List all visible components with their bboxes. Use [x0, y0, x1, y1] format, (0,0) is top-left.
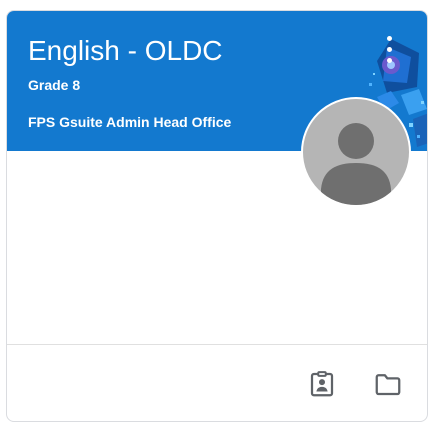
- more-vert-icon[interactable]: [377, 33, 401, 69]
- card-divider: [7, 344, 427, 345]
- class-card-body[interactable]: [7, 151, 427, 344]
- class-title-link[interactable]: English - OLDC: [28, 35, 223, 67]
- folder-icon[interactable]: [373, 369, 403, 399]
- class-owner: FPS Gsuite Admin Head Office: [28, 114, 232, 130]
- assignment-ind-icon[interactable]: [307, 369, 337, 399]
- class-card[interactable]: English - OLDC Grade 8 FPS Gsuite Admin …: [6, 10, 428, 422]
- class-section: Grade 8: [28, 77, 81, 93]
